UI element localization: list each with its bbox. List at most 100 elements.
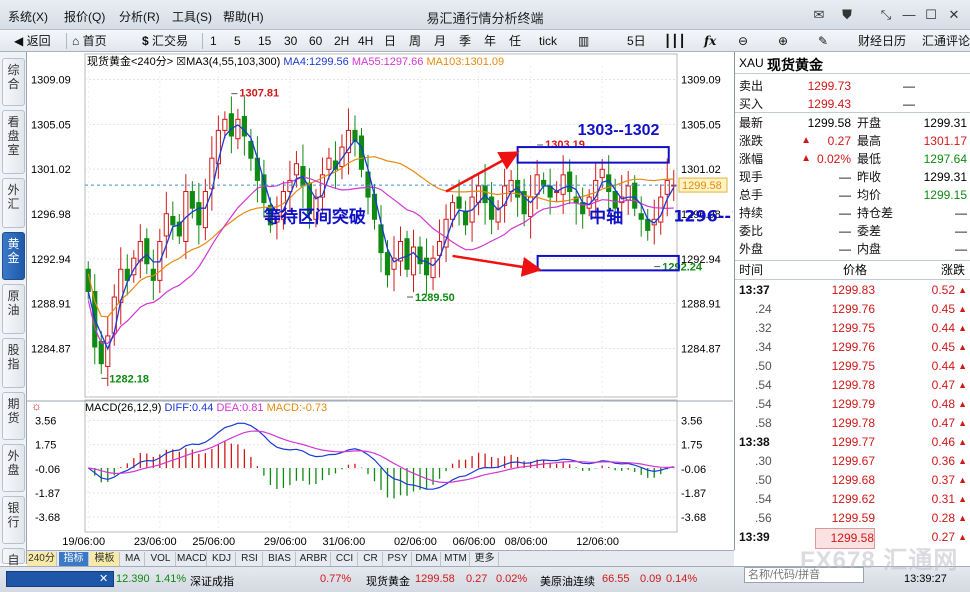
period-button-5[interactable]: 5 — [234, 33, 241, 49]
status-oil-change: 0.09 — [640, 573, 662, 585]
indicator-tab[interactable]: 指标 — [59, 552, 89, 566]
price-y-tick-right: 1284.87 — [681, 343, 721, 355]
period-button-4H[interactable]: 4H — [358, 33, 373, 49]
legend-indicator: ☒MA3(4,55,103,300) — [176, 56, 283, 68]
period-button-2H[interactable]: 2H — [334, 33, 349, 49]
macd-y-tick-left: -1.87 — [35, 488, 60, 500]
buy-row: 买入 1299.43 — — [735, 95, 970, 113]
tick-row: .32 1299.75 0.44 ▲ — [735, 319, 970, 338]
side-tab-item[interactable]: 外盘 — [2, 444, 25, 492]
indicator-tab[interactable]: CCI — [332, 552, 358, 566]
buy-label: 买入 — [739, 97, 764, 111]
candle-body — [430, 257, 436, 279]
indicator-tab[interactable]: MA — [121, 552, 145, 566]
period-button-周[interactable]: 周 — [409, 33, 421, 49]
period-button-季[interactable]: 季 — [459, 33, 471, 49]
candle-body — [638, 213, 644, 220]
x-tick-label: 06/06:00 — [453, 536, 496, 548]
zoom-out-icon[interactable]: ⊖ — [738, 33, 748, 49]
up-arrow-icon: ▲ — [958, 304, 967, 314]
macd-legend-item: MACD:-0.73 — [267, 402, 328, 414]
side-tab-item[interactable]: 股指 — [2, 338, 25, 388]
quote-stat-row: 外盘 — 内盘 — — [735, 240, 970, 258]
status-close-icon[interactable]: ✕ — [99, 572, 108, 585]
settings-gear-icon: ☼ — [31, 399, 42, 413]
period-button-年[interactable]: 年 — [484, 33, 496, 49]
ticks-header-change: 涨跌 — [940, 263, 965, 277]
minimize-icon[interactable]: — — [900, 6, 918, 24]
quote-code: XAU — [739, 56, 764, 70]
shirt-icon[interactable]: ⛊ — [838, 6, 856, 24]
period-indicator[interactable]: 240分 — [27, 552, 57, 566]
x-tick-label: 19/06:00 — [62, 536, 105, 548]
up-arrow-icon: ▲ — [958, 513, 967, 523]
period-button-tick[interactable]: tick — [539, 33, 557, 49]
tick-price: 1299.83 — [831, 283, 875, 297]
side-tab-item[interactable]: 自选 — [2, 548, 25, 581]
breakout-down-arrow — [452, 254, 543, 277]
indicator-tab[interactable]: MACD — [177, 552, 207, 566]
period-button-15[interactable]: 15 — [258, 33, 271, 49]
back-button[interactable]: ◀ 返回 — [14, 33, 51, 49]
side-tab-item[interactable]: 看盘室 — [2, 110, 25, 174]
indicator-tab[interactable]: KDJ — [208, 552, 236, 566]
side-tab-item[interactable]: 银行 — [2, 496, 25, 544]
candle-chart-icon[interactable]: ┃┃┃ — [664, 33, 686, 49]
tick-time: .54 — [755, 492, 772, 506]
tick-row: .54 1299.62 0.31 ▲ — [735, 490, 970, 509]
maximize-icon[interactable]: ☐ — [922, 6, 940, 24]
legend-instrument: 现货黄金<240分> — [87, 54, 176, 68]
candle-body — [170, 216, 176, 226]
extreme-label: 1289.50 — [415, 292, 455, 304]
close-icon[interactable]: ✕ — [945, 6, 963, 24]
period-button-30[interactable]: 30 — [284, 33, 297, 49]
indicator-tab[interactable]: VOL — [146, 552, 176, 566]
side-tab-item[interactable]: 原油 — [2, 284, 25, 334]
side-tab-item[interactable]: 期货 — [2, 392, 25, 440]
indicator-tab[interactable]: BIAS — [264, 552, 296, 566]
period-button-任[interactable]: 任 — [509, 33, 521, 49]
candle-body — [417, 246, 423, 265]
period-button-日[interactable]: 日 — [384, 33, 396, 49]
mail-icon[interactable]: ✉ — [810, 6, 828, 24]
calendar-button[interactable]: 财经日历 — [858, 33, 906, 49]
toolbar-divider — [66, 33, 67, 49]
chart-area[interactable]: 1309.09 1309.09 1305.05 1305.05 1301.02 1301.… — [27, 52, 733, 550]
indicator-tab[interactable]: 模板 — [90, 552, 120, 566]
indicator-tab[interactable]: MTM — [442, 552, 470, 566]
pen-icon[interactable]: ✎ — [818, 33, 828, 49]
period-button-1[interactable]: 1 — [210, 33, 217, 49]
indicator-tab[interactable]: 更多 — [471, 552, 499, 566]
stat-label: 内盘 — [857, 242, 882, 256]
status-index-pct: 1.41% — [155, 573, 187, 585]
home-button[interactable]: ⌂ 首页 — [72, 33, 107, 49]
tick-row: .50 1299.68 0.37 ▲ — [735, 471, 970, 490]
period-button-60[interactable]: 60 — [309, 33, 322, 49]
stat-value: 0.02% — [816, 152, 851, 166]
side-tab-item[interactable]: 黄金 — [2, 232, 25, 280]
macd-y-tick-right: -3.68 — [681, 512, 706, 524]
indicator-tab[interactable]: DMA — [413, 552, 441, 566]
macd-y-tick-left: -3.68 — [35, 512, 60, 524]
stat-value: — — [955, 206, 967, 220]
status-gold-value: 1299.58 — [415, 573, 455, 585]
zoom-in-icon[interactable]: ⊕ — [778, 33, 788, 49]
side-tab-item[interactable]: 综合 — [2, 58, 25, 106]
tick-time: .34 — [755, 340, 772, 354]
days-button[interactable]: 5日 — [627, 33, 646, 49]
side-tab-item[interactable]: 外汇 — [2, 178, 25, 228]
formula-icon[interactable]: fx — [704, 33, 716, 49]
fx-trade-button[interactable]: $ 汇交易 — [142, 33, 188, 49]
macd-y-tick-right: -0.06 — [681, 464, 706, 476]
indicator-tab[interactable]: CR — [359, 552, 383, 566]
kline-chart[interactable]: 1309.09 1309.09 1305.05 1305.05 1301.02 1301.… — [27, 52, 733, 550]
commentary-button[interactable]: 汇通评论 — [922, 33, 970, 49]
bar-chart-icon[interactable]: ▥ — [578, 33, 589, 49]
indicator-tab[interactable]: PSY — [384, 552, 412, 566]
stat-label: 昨收 — [857, 170, 882, 184]
indicator-tab[interactable]: ARBR — [297, 552, 331, 566]
restore-small-icon[interactable]: ⤡ — [877, 6, 895, 24]
indicator-tab[interactable]: RSI — [237, 552, 263, 566]
status-gold-name: 现货黄金 — [366, 576, 410, 588]
period-button-月[interactable]: 月 — [434, 33, 446, 49]
